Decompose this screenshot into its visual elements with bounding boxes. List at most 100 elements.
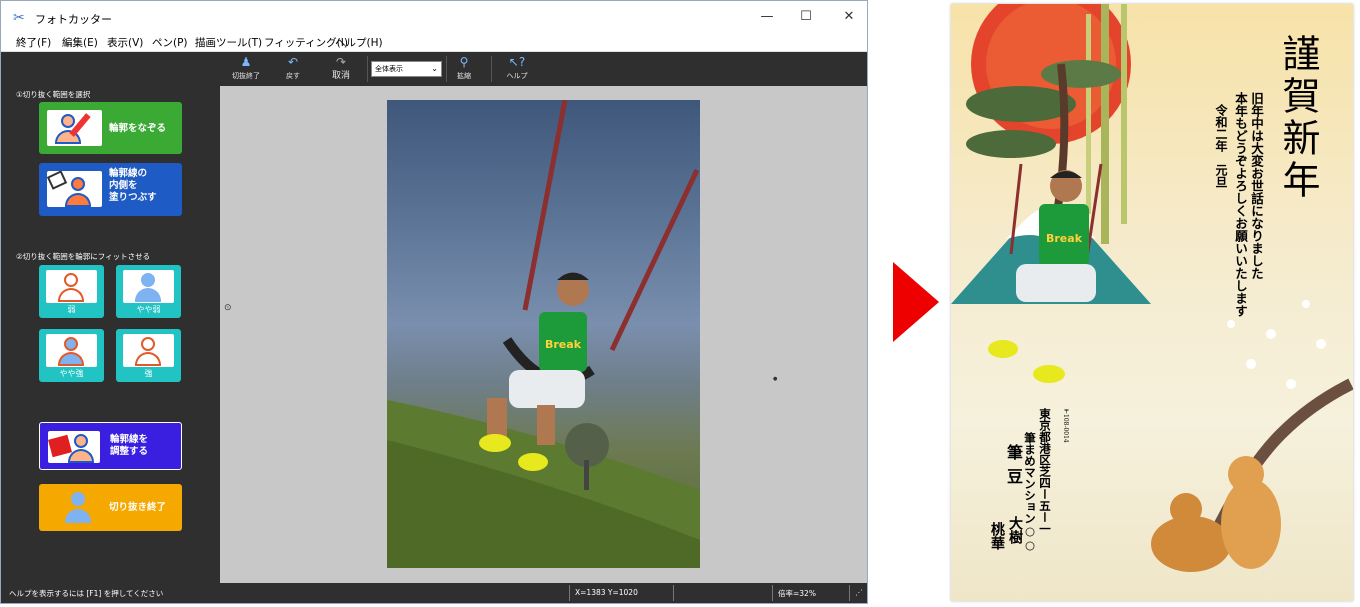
person-body (65, 509, 91, 523)
fit-weak-button[interactable]: 弱 (39, 265, 104, 318)
menu-pen[interactable]: ペン(P) (152, 35, 188, 50)
person-icon (71, 177, 85, 191)
dot-marker: ● (773, 376, 778, 382)
fill-label-line: 輪郭線の (109, 168, 148, 179)
given-name-char: 大 (1007, 516, 1023, 530)
person-icon (65, 193, 91, 207)
close-button[interactable]: ✕ (827, 6, 871, 28)
menu-exit[interactable]: 終了(F) (16, 35, 51, 50)
person-cut-icon: ♟ (240, 55, 252, 69)
status-help-text: ヘルプを表示するには [F1] を押してください (9, 589, 164, 598)
person-head (64, 273, 78, 287)
status-divider (772, 585, 773, 601)
fit-slightly-weak-button[interactable]: やや弱 (116, 265, 181, 318)
section-select-range: ①切り抜く範囲を選択 (16, 90, 91, 99)
adjust-outline-button[interactable]: 輪郭線を 調整する (39, 422, 182, 470)
menu-edit[interactable]: 編集(E) (62, 35, 98, 50)
maximize-button[interactable]: ☐ (784, 6, 828, 28)
adjust-label-line: 調整する (110, 446, 149, 457)
person-head (141, 273, 155, 287)
person-icon (46, 334, 97, 367)
status-divider (569, 585, 570, 601)
section-fit-outline: ②切り抜く範囲を輪郭にフィットさせる (16, 252, 151, 261)
fit-slightly-weak-label: やや弱 (136, 305, 161, 314)
menu-help[interactable]: ヘルプ(H) (335, 35, 383, 50)
svg-text:Break: Break (545, 338, 582, 351)
view-mode-select[interactable]: 全体表示 ⌄ (371, 61, 442, 77)
person-icon (59, 490, 99, 526)
person-head (71, 492, 85, 506)
minimize-button[interactable]: — (745, 6, 789, 28)
view-mode-value: 全体表示 (375, 65, 403, 73)
person-icon (68, 449, 94, 463)
status-divider (673, 585, 674, 601)
cursor-marker-icon: ⊙ (224, 303, 232, 313)
card-date: 令和二年 元旦 (1214, 104, 1228, 188)
adjust-outline-label: 輪郭線を 調整する (110, 434, 148, 458)
card-greeting: 謹賀新年 (1276, 34, 1320, 202)
canvas-area[interactable]: ⊙ ● Break (220, 86, 867, 583)
menu-bar: 終了(F) 編集(E) 表示(V) ペン(P) 描画ツール(T) フィッティング… (1, 32, 867, 52)
card-given-name: 大樹 (1005, 516, 1025, 544)
finish-cut-label: 切抜終了 (232, 72, 260, 80)
adjust-outline-icon (48, 431, 100, 463)
resize-grip-icon[interactable]: ⋰ (855, 588, 863, 597)
toolbar-divider (367, 56, 368, 82)
person-icon (123, 270, 174, 303)
redo-button[interactable]: ↷ 取消 (319, 54, 363, 84)
fill-inside-label: 輪郭線の 内側を 塗りつぶす (109, 168, 157, 204)
undo-icon: ↶ (287, 55, 299, 69)
given-name-char: 桃 (989, 522, 1005, 536)
swing-photo-drawing: Break (387, 100, 700, 568)
arrow-right-icon (893, 262, 939, 342)
fit-weak-label: 弱 (67, 305, 76, 314)
menu-draw-tools[interactable]: 描画ツール(T) (195, 35, 262, 50)
chevron-down-icon: ⌄ (431, 64, 438, 73)
trace-outline-icon (47, 110, 102, 146)
undo-label: 戻す (286, 72, 300, 80)
fit-slightly-strong-button[interactable]: やや強 (39, 329, 104, 382)
fill-inside-button[interactable]: 輪郭線の 内側を 塗りつぶす (39, 163, 182, 216)
eraser-icon (48, 434, 72, 458)
trace-outline-button[interactable]: 輪郭をなぞる (39, 102, 182, 154)
finish-cut-toolbar-button[interactable]: ♟ 切抜終了 (224, 54, 268, 84)
fill-bucket-icon (47, 171, 102, 207)
card-message-line: 本年もどうぞよろしくお願いいたします (1233, 92, 1248, 317)
person-head (64, 337, 78, 351)
undo-button[interactable]: ↶ 戻す (271, 54, 315, 84)
zoom-label: 拡縮 (457, 72, 471, 80)
person-body (58, 288, 84, 302)
left-panel: ①切り抜く範囲を選択 輪郭をなぞる 輪郭線の 内側を 塗りつぶす ②切り抜く範囲… (1, 86, 220, 583)
person-icon (46, 270, 97, 303)
fit-strong-label: 強 (144, 369, 153, 378)
given-name-char: 樹 (1007, 530, 1023, 544)
redo-icon: ↷ (335, 55, 347, 69)
help-toolbar-button[interactable]: ↖? ヘルプ (495, 54, 539, 84)
finish-cut-label: 切り抜き終了 (109, 502, 167, 513)
window-title: フォトカッター (35, 13, 112, 26)
card-postal: 〒108-0014 (1062, 408, 1069, 443)
menu-view[interactable]: 表示(V) (107, 35, 143, 50)
finish-cut-button[interactable]: 切り抜き終了 (39, 484, 182, 531)
toolbar: ♟ 切抜終了 ↶ 戻す ↷ 取消 全体表示 ⌄ ⚲ 拡縮 ↖? ヘルプ (1, 52, 867, 86)
person-icon (74, 434, 88, 448)
person-body (58, 352, 84, 366)
person-head (141, 337, 155, 351)
fill-label-line: 内側を (109, 180, 138, 191)
given-name-char: 華 (989, 536, 1005, 550)
card-family-name: 筆豆 (1004, 444, 1023, 492)
photo-image[interactable]: Break (387, 100, 700, 568)
zoom-icon: ⚲ (459, 55, 469, 69)
zoom-button[interactable]: ⚲ 拡縮 (442, 54, 486, 84)
person-body (135, 352, 161, 366)
fit-strong-button[interactable]: 強 (116, 329, 181, 382)
app-window: ✂ フォトカッター — ☐ ✕ 終了(F) 編集(E) 表示(V) ペン(P) … (0, 0, 868, 604)
toolbar-divider (491, 56, 492, 82)
status-divider (849, 585, 850, 601)
shirt-text: Break (1046, 232, 1083, 245)
scissors-icon: ✂ (13, 10, 25, 26)
status-coords: X=1383 Y=1020 (575, 588, 638, 597)
person-body (135, 288, 161, 302)
help-label: ヘルプ (506, 72, 528, 80)
adjust-label-line: 輪郭線を (110, 434, 149, 445)
